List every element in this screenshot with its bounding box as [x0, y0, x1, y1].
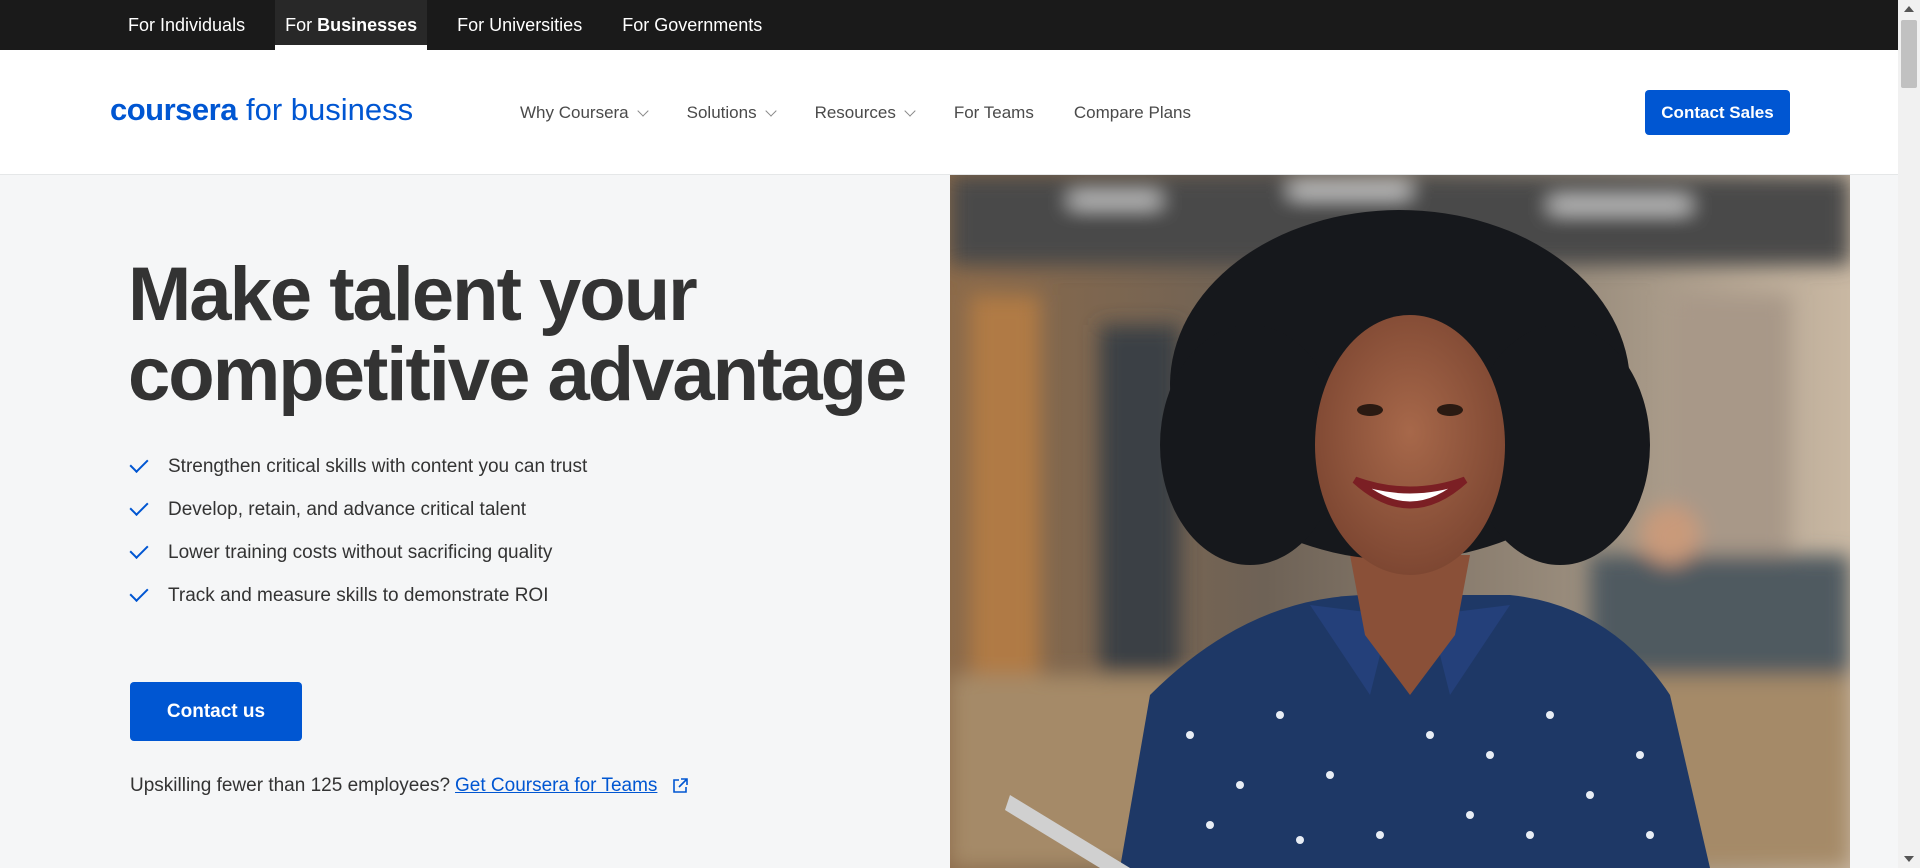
external-link-icon[interactable]: [671, 777, 689, 795]
benefit-item: Develop, retain, and advance critical ta…: [128, 488, 587, 531]
nav-for-teams[interactable]: For Teams: [954, 103, 1034, 123]
tab-label: Governments: [654, 14, 763, 35]
tab-label: Universities: [489, 14, 583, 35]
chevron-down-icon: [904, 104, 916, 117]
tab-label: Individuals: [160, 14, 246, 35]
chevron-down-icon: [636, 104, 649, 117]
hero-title: Make talent your competitive advantage: [128, 255, 928, 415]
hero-title-line2: competitive advantage: [128, 332, 907, 417]
hero-photo-smiling-woman: [950, 175, 1850, 868]
contact-sales-button[interactable]: Contact Sales: [1645, 90, 1790, 135]
benefit-text: Strengthen critical skills with content …: [168, 455, 588, 477]
nav-label: Solutions: [686, 102, 757, 122]
benefit-list: Strengthen critical skills with content …: [128, 445, 587, 617]
nav-resources[interactable]: Resources: [814, 102, 916, 123]
logo-suffix: for business: [245, 92, 414, 127]
tab-label: Businesses: [317, 14, 418, 35]
site-header: coursera for business Why Coursera Solut…: [0, 50, 1898, 175]
tab-prefix: For: [457, 14, 485, 35]
nav-label: For Teams: [953, 102, 1034, 122]
coursera-for-business-logo[interactable]: coursera for business: [110, 92, 413, 128]
nav-label: Why Coursera: [520, 102, 629, 122]
get-coursera-for-teams-link[interactable]: Get Coursera for Teams: [455, 775, 657, 797]
hero-section: Make talent your competitive advantage S…: [0, 175, 1898, 868]
benefit-text: Track and measure skills to demonstrate …: [168, 584, 549, 606]
scroll-down-icon[interactable]: [1904, 856, 1914, 862]
benefit-item: Strengthen critical skills with content …: [128, 445, 587, 488]
tab-prefix: For: [285, 14, 313, 35]
main-nav: Why Coursera Solutions Resources For Tea…: [520, 50, 1231, 175]
tab-universities[interactable]: For Universities: [447, 0, 592, 50]
checkmark-icon: [129, 496, 149, 517]
tab-prefix: For: [622, 14, 650, 35]
teams-prompt: Upskilling fewer than 125 employees? Get…: [130, 775, 689, 797]
tab-businesses[interactable]: For Businesses: [275, 0, 428, 50]
scroll-up-icon[interactable]: [1904, 6, 1914, 12]
benefit-text: Lower training costs without sacrificing…: [168, 541, 553, 563]
chevron-down-icon: [764, 104, 777, 117]
page-scrollbar[interactable]: [1898, 0, 1920, 868]
nav-label: Compare Plans: [1073, 102, 1192, 122]
benefit-item: Lower training costs without sacrificing…: [128, 531, 587, 574]
nav-why-coursera[interactable]: Why Coursera: [520, 102, 649, 123]
hero-title-line1: Make talent your: [128, 252, 698, 337]
benefit-item: Track and measure skills to demonstrate …: [128, 574, 587, 617]
audience-bar: For Individuals For Businesses For Unive…: [0, 0, 1898, 50]
benefit-text: Develop, retain, and advance critical ta…: [168, 498, 527, 520]
checkmark-icon: [129, 453, 149, 474]
tab-governments[interactable]: For Governments: [612, 0, 772, 50]
teams-prompt-text: Upskilling fewer than 125 employees?: [130, 775, 451, 796]
tab-individuals[interactable]: For Individuals: [118, 0, 255, 50]
nav-solutions[interactable]: Solutions: [686, 102, 777, 123]
scrollbar-thumb[interactable]: [1901, 20, 1917, 88]
nav-label: Resources: [814, 102, 896, 122]
checkmark-icon: [129, 539, 149, 560]
contact-us-button[interactable]: Contact us: [130, 682, 302, 741]
logo-wordmark: coursera: [110, 92, 237, 127]
tab-prefix: For: [128, 14, 155, 35]
checkmark-icon: [129, 582, 149, 603]
nav-compare-plans[interactable]: Compare Plans: [1074, 103, 1191, 123]
